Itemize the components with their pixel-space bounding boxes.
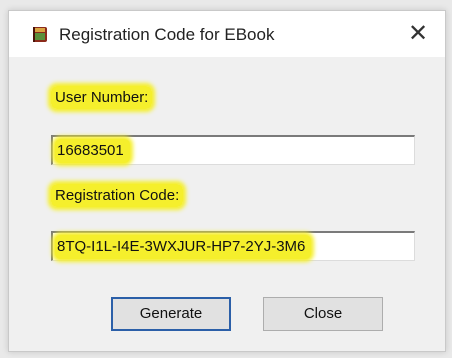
user-number-field[interactable]: 16683501 (51, 135, 415, 165)
close-button[interactable]: Close (263, 297, 383, 331)
registration-code-field[interactable]: 8TQ-I1L-I4E-3WXJUR-HP7-2YJ-3M6 (51, 231, 415, 261)
ebook-app-icon (33, 27, 47, 42)
user-number-label-text: User Number: (51, 86, 153, 109)
window-title: Registration Code for EBook (59, 25, 275, 44)
registration-dialog: Registration Code for EBook ✕ User Numbe… (8, 10, 446, 352)
title-bar: Registration Code for EBook ✕ (9, 11, 445, 57)
close-icon[interactable]: ✕ (403, 19, 433, 49)
registration-code-label-text: Registration Code: (51, 184, 184, 207)
user-number-value: 16683501 (55, 139, 130, 163)
registration-code-label: Registration Code: (51, 184, 184, 207)
user-number-label: User Number: (51, 86, 153, 109)
registration-code-value: 8TQ-I1L-I4E-3WXJUR-HP7-2YJ-3M6 (55, 235, 312, 259)
generate-button-label: Generate (139, 305, 203, 322)
close-button-label: Close (303, 305, 343, 322)
generate-button[interactable]: Generate (111, 297, 231, 331)
